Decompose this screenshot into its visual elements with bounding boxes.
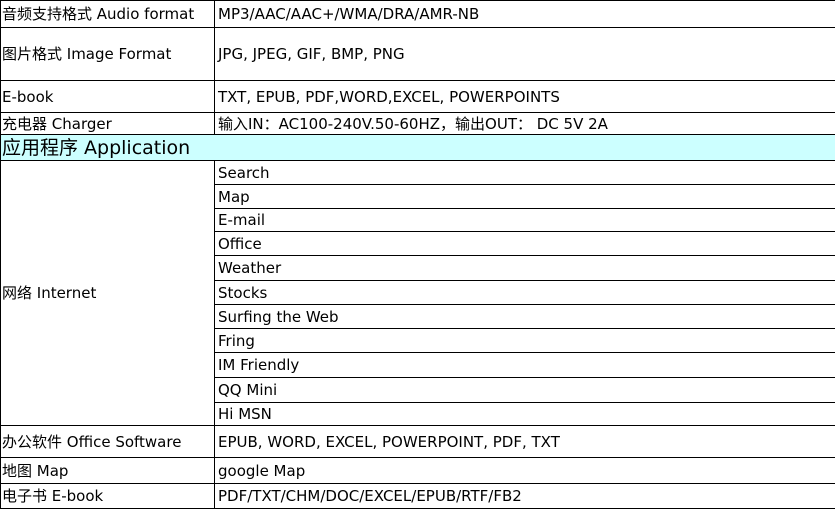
table-row: 办公软件 Office Software EPUB, WORD, EXCEL, … — [0, 425, 835, 458]
spec-table: 音频支持格式 Audio format MP3/AAC/AAC+/WMA/DRA… — [0, 0, 835, 509]
list-item: Fring — [214, 328, 835, 353]
list-item: Weather — [214, 255, 835, 281]
row-value: PDF/TXT/CHM/DOC/EXCEL/EPUB/RTF/FB2 — [214, 483, 835, 509]
table-row: 充电器 Charger 输入IN：AC100-240V.50-60HZ，输出OU… — [0, 112, 835, 135]
section-header-row: 应用程序 Application — [0, 134, 835, 161]
row-label: 地图 Map — [0, 457, 215, 484]
row-value: MP3/AAC/AAC+/WMA/DRA/AMR-NB — [214, 0, 835, 28]
section-title: 应用程序 Application — [0, 134, 835, 161]
row-value: TXT, EPUB, PDF,WORD,EXCEL, POWERPOINTS — [214, 80, 835, 113]
row-label: 音频支持格式 Audio format — [0, 0, 215, 28]
row-value: google Map — [214, 457, 835, 484]
list-item: Hi MSN — [214, 402, 835, 426]
row-label: 图片格式 Image Format — [0, 27, 215, 81]
internet-label: 网络 Internet — [0, 160, 215, 426]
table-row: 地图 Map google Map — [0, 457, 835, 484]
row-value: 输入IN：AC100-240V.50-60HZ，输出OUT： DC 5V 2A — [214, 112, 835, 135]
table-row: 电子书 E-book PDF/TXT/CHM/DOC/EXCEL/EPUB/RT… — [0, 483, 835, 509]
row-label: E-book — [0, 80, 215, 113]
list-item: Map — [214, 184, 835, 209]
list-item: QQ Mini — [214, 377, 835, 403]
list-item: Search — [214, 160, 835, 185]
list-item: Office — [214, 231, 835, 256]
table-row: E-book TXT, EPUB, PDF,WORD,EXCEL, POWERP… — [0, 80, 835, 113]
table-row: 图片格式 Image Format JPG, JPEG, GIF, BMP, P… — [0, 27, 835, 81]
row-label: 办公软件 Office Software — [0, 425, 215, 458]
row-value: EPUB, WORD, EXCEL, POWERPOINT, PDF, TXT — [214, 425, 835, 458]
table-row: 音频支持格式 Audio format MP3/AAC/AAC+/WMA/DRA… — [0, 0, 835, 28]
table-row: 网络 Internet Search — [0, 160, 835, 426]
list-item: IM Friendly — [214, 352, 835, 378]
row-label: 电子书 E-book — [0, 483, 215, 509]
row-value: JPG, JPEG, GIF, BMP, PNG — [214, 27, 835, 81]
row-label: 充电器 Charger — [0, 112, 215, 135]
list-item: Surfing the Web — [214, 304, 835, 329]
list-item: Stocks — [214, 280, 835, 305]
list-item: E-mail — [214, 208, 835, 232]
